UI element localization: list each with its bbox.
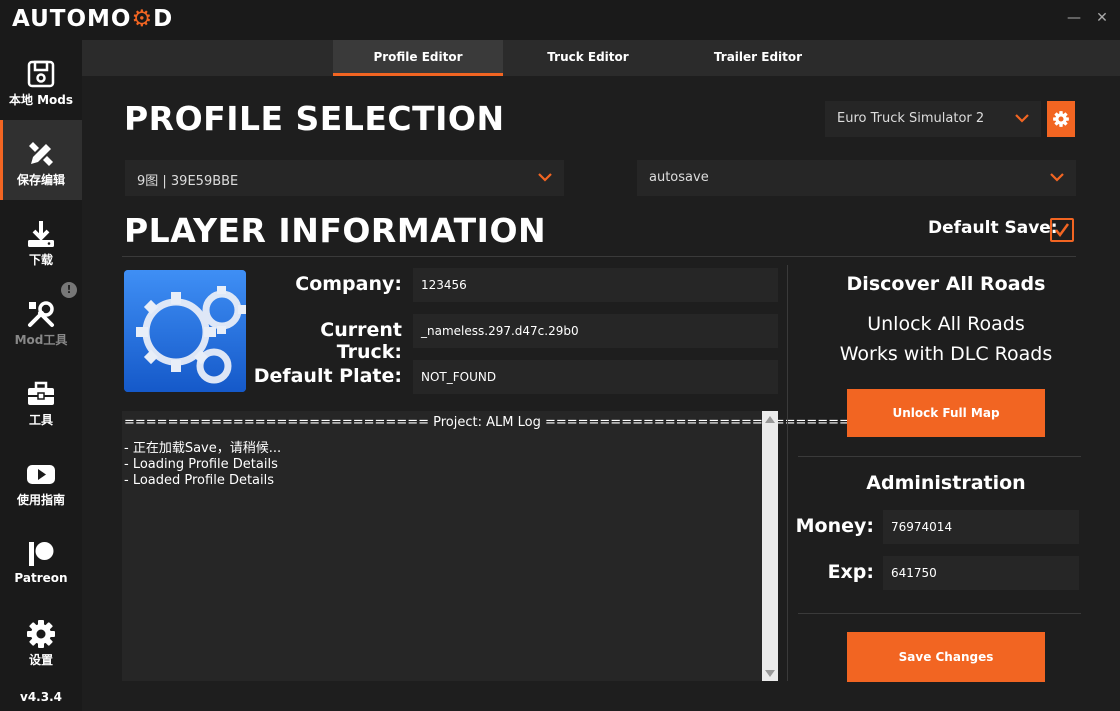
profile-avatar[interactable] [124,270,246,392]
section-divider [798,456,1081,457]
unlock-roads-text: Unlock All Roads [867,313,1025,335]
patreon-icon [29,542,54,566]
sidebar-item-label: 使用指南 [16,493,65,507]
sidebar-item-label: 下载 [28,253,53,267]
close-button[interactable]: ✕ [1090,6,1114,30]
save-select[interactable]: autosave [637,160,1076,196]
exp-field[interactable]: 641750 [883,556,1079,590]
player-information-heading: PLAYER INFORMATION [124,211,547,250]
profile-select[interactable]: 9图 | 39E59BBE [125,160,564,196]
sidebar-item-label: 工具 [28,413,53,427]
log-scrollbar[interactable] [762,411,778,681]
sidebar-item-label: Mod工具 [14,333,68,347]
save-changes-button[interactable]: Save Changes [847,632,1045,682]
money-label: Money: [795,515,874,537]
chevron-down-icon [1015,114,1029,123]
discover-roads-title: Discover All Roads [846,273,1046,295]
company-label: Company: [295,273,402,295]
scroll-up-icon[interactable] [765,416,775,423]
sidebar-item-label: 保存编辑 [16,173,65,187]
game-select-value: Euro Truck Simulator 2 [837,111,985,126]
sidebar-item-label: 设置 [28,653,53,667]
log-line: - Loading Profile Details [124,457,278,472]
app-logo: AUTOMO⚙D [12,6,174,32]
vertical-divider [787,265,788,681]
administration-title: Administration [866,472,1026,494]
scroll-down-icon[interactable] [765,670,775,677]
download-icon [28,221,54,247]
money-field[interactable]: 76974014 [883,510,1079,544]
editor-tabs: Profile Editor Truck Editor Trailer Edit… [82,40,1120,76]
minimize-button[interactable]: — [1062,6,1086,30]
tab-truck-editor[interactable]: Truck Editor [503,40,673,76]
default-save-label: Default Save: [928,218,1058,238]
default-save-checkbox[interactable] [1050,218,1074,242]
log-line: - 正在加载Save，请稍候... [124,441,282,456]
warning-badge-icon: ! [61,282,77,298]
save-select-value: autosave [649,170,709,185]
toolbox-icon [28,381,54,405]
app-version: v4.3.4 [20,690,62,704]
gears-avatar-icon [124,270,246,392]
profile-select-value: 9图 | 39E59BBE [137,174,239,189]
sidebar: 本地 Mods 保存编辑 下载 ! Mod工具 工具 使用指南 Patreon … [0,40,82,711]
game-settings-button[interactable] [1047,101,1075,137]
chevron-down-icon [538,173,552,182]
exp-label: Exp: [827,561,874,583]
tab-profile-editor[interactable]: Profile Editor [333,40,503,76]
section-divider [122,256,1076,257]
youtube-icon [27,465,55,484]
sidebar-item-tools[interactable]: 工具 [0,360,82,440]
current-truck-label: Current Truck: [320,319,402,363]
sidebar-item-local-mods[interactable]: 本地 Mods [0,40,82,120]
unlock-full-map-button[interactable]: Unlock Full Map [847,389,1045,437]
logo-gear-icon: ⚙ [131,6,154,32]
edit-tools-icon [29,142,53,166]
save-icon [27,60,55,88]
gear-icon [27,620,55,648]
checkmark-icon [1055,223,1070,238]
log-line: - Loaded Profile Details [124,473,275,488]
dlc-roads-text: Works with DLC Roads [839,343,1053,365]
window-controls: — ✕ [1060,0,1120,40]
wrench-icon [28,301,54,327]
sidebar-item-mod-tools[interactable]: ! Mod工具 [0,280,82,360]
title-bar: AUTOMO⚙D — ✕ [0,0,1120,40]
section-divider [798,613,1081,614]
gear-icon [1053,111,1069,127]
game-select[interactable]: Euro Truck Simulator 2 [825,101,1041,137]
sidebar-item-label: Patreon [14,571,68,585]
company-field[interactable]: 123456 [413,268,778,302]
profile-selection-heading: PROFILE SELECTION [124,99,505,138]
sidebar-item-patreon[interactable]: Patreon [0,520,82,600]
log-header: ============================ Project: AL… [124,415,850,430]
sidebar-item-guide[interactable]: 使用指南 [0,440,82,520]
default-plate-field[interactable]: NOT_FOUND [413,360,778,394]
default-plate-label: Default Plate: [253,365,402,387]
chevron-down-icon [1050,173,1064,182]
log-panel[interactable]: ============================ Project: AL… [122,411,850,681]
sidebar-item-label: 本地 Mods [8,93,74,107]
sidebar-item-download[interactable]: 下载 [0,200,82,280]
sidebar-item-save-editor[interactable]: 保存编辑 [0,120,82,200]
sidebar-item-settings[interactable]: 设置 [0,600,82,680]
current-truck-field[interactable]: _nameless.297.d47c.29b0 [413,314,778,348]
tab-trailer-editor[interactable]: Trailer Editor [673,40,843,76]
